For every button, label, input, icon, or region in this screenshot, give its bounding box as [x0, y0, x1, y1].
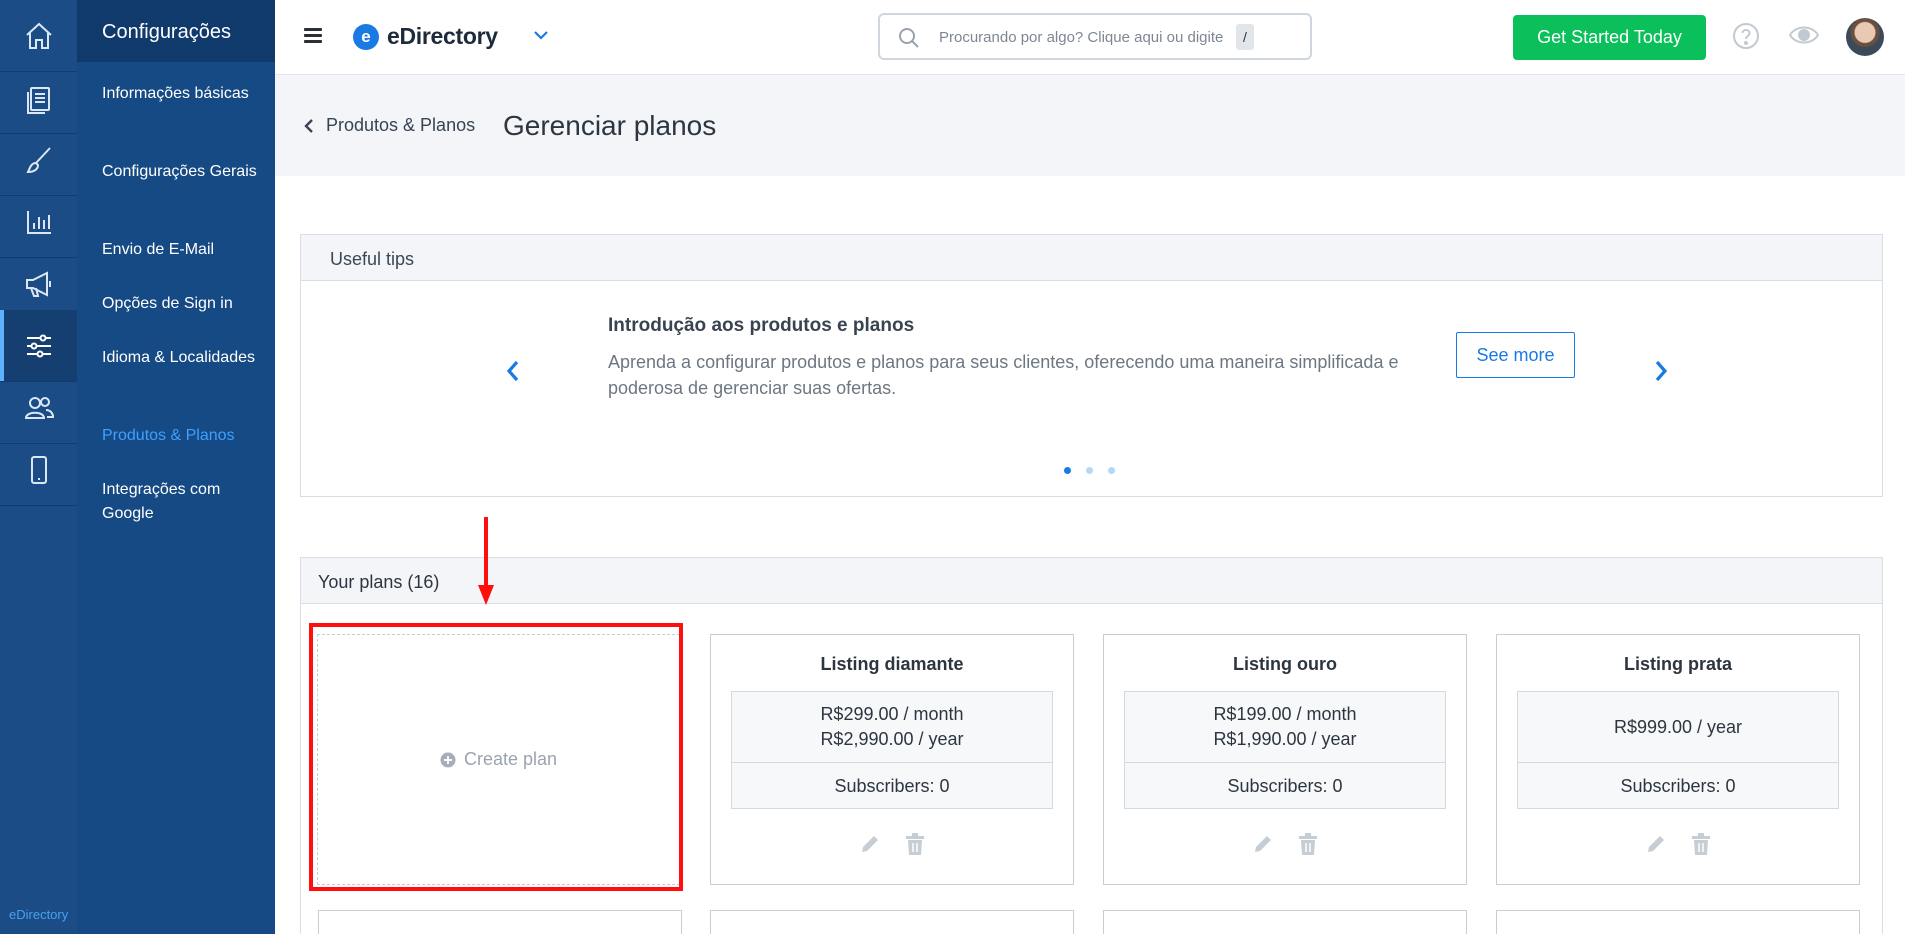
plan-card: Listing diamante R$299.00 / month R$2,99… — [710, 634, 1074, 885]
content-icon — [26, 86, 50, 114]
plus-circle-icon — [440, 752, 456, 767]
red-arrow-annotation — [478, 517, 494, 605]
search-input[interactable] — [939, 25, 1239, 49]
edit-pencil-icon[interactable] — [1644, 832, 1668, 861]
chevron-down-icon[interactable] — [533, 30, 549, 40]
plan-price: R$2,990.00 / year — [820, 729, 964, 749]
brand-logo[interactable]: e eDirectory — [353, 23, 498, 50]
plan-card-partial — [1103, 910, 1467, 934]
plan-card: Listing ouro R$199.00 / month R$1,990.00… — [1103, 634, 1467, 885]
home-icon — [25, 22, 52, 49]
plan-card-partial — [1496, 910, 1860, 934]
help-icon[interactable] — [1732, 22, 1760, 50]
plans-header: Your plans (16) — [301, 558, 1882, 604]
search-shortcut-key: / — [1236, 24, 1254, 50]
create-plan-card[interactable]: Create plan — [317, 634, 680, 885]
sidebar-title: Configurações — [77, 0, 275, 62]
plan-details: R$299.00 / month R$2,990.00 / year Subsc… — [731, 691, 1053, 809]
menu-hamburger-icon[interactable] — [304, 28, 322, 44]
plan-name: Listing diamante — [820, 654, 964, 674]
search-box[interactable]: / — [878, 13, 1312, 60]
user-avatar[interactable] — [1846, 18, 1884, 56]
page-header: Produtos & Planos Gerenciar planos — [275, 75, 1905, 176]
plan-subscribers: Subscribers: 0 — [1227, 775, 1343, 796]
plan-subscribers: Subscribers: 0 — [834, 775, 950, 796]
page-title: Gerenciar planos — [503, 110, 717, 141]
rail-footer-brand: eDirectory — [9, 907, 69, 922]
tip-description: Aprenda a configurar produtos e planos p… — [608, 352, 1399, 398]
sidebar-item-google[interactable]: Integrações com Google — [102, 478, 262, 526]
brand-name: eDirectory — [387, 23, 498, 49]
delete-trash-icon[interactable] — [1690, 832, 1712, 861]
plan-price: R$199.00 / month — [1213, 704, 1357, 724]
sidebar-item-general-settings[interactable]: Configurações Gerais — [102, 160, 262, 184]
plan-card: Listing prata R$999.00 / year Subscriber… — [1496, 634, 1860, 885]
plan-price: R$299.00 / month — [820, 704, 964, 724]
plan-price: R$999.00 / year — [1613, 716, 1743, 737]
edit-pencil-icon[interactable] — [858, 832, 882, 861]
search-icon — [899, 28, 919, 48]
see-more-button[interactable]: See more — [1456, 332, 1575, 378]
plan-subscribers: Subscribers: 0 — [1620, 775, 1736, 796]
preview-eye-icon[interactable] — [1788, 23, 1820, 47]
delete-trash-icon[interactable] — [1297, 832, 1319, 861]
mobile-icon — [30, 455, 47, 484]
tip-title: Introdução aos produtos e planos — [608, 315, 915, 336]
mobile-nav[interactable] — [0, 434, 77, 506]
plan-details: R$999.00 / year Subscribers: 0 — [1517, 691, 1839, 809]
your-plans-section: Your plans (16) Create plan Listing diam… — [300, 557, 1883, 934]
sidebar-item-language[interactable]: Idioma & Localidades — [102, 346, 262, 370]
carousel-next-icon[interactable] — [1654, 359, 1668, 383]
back-link-label: Produtos & Planos — [326, 115, 476, 135]
get-started-button[interactable]: Get Started Today — [1513, 15, 1706, 60]
plan-price: R$1,990.00 / year — [1213, 729, 1357, 749]
tips-header: Useful tips — [301, 235, 1882, 281]
users-icon — [24, 396, 54, 419]
edit-pencil-icon[interactable] — [1251, 832, 1275, 861]
carousel-dot[interactable] — [1108, 467, 1115, 474]
back-link[interactable]: Produtos & Planos — [304, 115, 475, 136]
carousel-dot[interactable] — [1064, 467, 1071, 474]
sidebar-item-products-plans[interactable]: Produtos & Planos — [102, 424, 262, 448]
design-brush-icon — [25, 146, 51, 173]
chevron-left-icon — [304, 118, 313, 133]
reports-chart-icon — [26, 210, 51, 234]
top-bar: e eDirectory / Get Started Today — [275, 0, 1905, 75]
sidebar-item-email[interactable]: Envio de E-Mail — [102, 238, 262, 262]
carousel-dot[interactable] — [1086, 467, 1093, 474]
plan-name: Listing ouro — [1233, 654, 1337, 674]
settings-sidebar: Configurações Informações básicas Config… — [77, 0, 275, 934]
sidebar-item-basic-info[interactable]: Informações básicas — [102, 82, 262, 106]
brand-mark: e — [353, 23, 379, 50]
carousel-prev-icon[interactable] — [506, 359, 520, 383]
plan-card-partial — [710, 910, 1074, 934]
delete-trash-icon[interactable] — [904, 832, 926, 861]
create-plan-label: Create plan — [463, 749, 558, 769]
plan-details: R$199.00 / month R$1,990.00 / year Subsc… — [1124, 691, 1446, 809]
settings-sliders-icon — [26, 334, 51, 357]
useful-tips-card: Useful tips Introdução aos produtos e pl… — [300, 234, 1883, 497]
icon-rail: eDirectory — [0, 0, 77, 934]
promote-megaphone-icon — [25, 270, 51, 297]
plan-card-partial — [318, 910, 682, 934]
carousel-dots — [1064, 467, 1130, 474]
sidebar-item-sign-in[interactable]: Opções de Sign in — [102, 292, 262, 316]
plan-name: Listing prata — [1623, 654, 1732, 674]
